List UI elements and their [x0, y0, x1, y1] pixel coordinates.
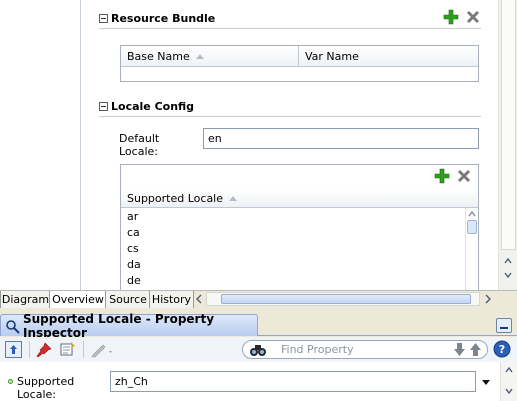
scroll-up-icon[interactable] — [504, 365, 514, 375]
supported-locale-label: Supported Locale: — [17, 375, 75, 401]
list-item[interactable]: ca — [127, 225, 457, 241]
locale-list: ar ca cs da de — [127, 209, 457, 289]
supported-locale-field[interactable]: zh_Ch — [110, 371, 476, 392]
toolbar-separator — [83, 341, 84, 358]
locale-config-header[interactable]: Locale Config — [99, 99, 399, 113]
scroll-thumb[interactable] — [221, 294, 471, 304]
list-item[interactable]: cs — [127, 241, 457, 257]
toolbar-separator — [29, 341, 30, 358]
list-item[interactable]: ar — [127, 209, 457, 225]
inspector-vertical-scrollbar[interactable] — [500, 362, 517, 401]
tab-label: Source — [109, 293, 147, 306]
tab-overview[interactable]: Overview — [49, 291, 107, 309]
add-icon[interactable] — [443, 9, 459, 25]
add-icon[interactable] — [434, 168, 450, 184]
supported-locale-table[interactable]: Supported Locale ar ca cs da de — [120, 164, 479, 291]
scroll-down-icon[interactable] — [503, 270, 513, 280]
nav-up-icon[interactable] — [5, 341, 22, 358]
tab-diagram[interactable]: Diagram — [0, 291, 51, 309]
column-header-var-name[interactable]: Var Name — [299, 46, 478, 66]
property-inspector-title: Supported Locale - Property Inspector — [23, 311, 215, 340]
editor-tab-bar: Diagram Overview Source History — [0, 290, 517, 309]
delete-icon[interactable] — [456, 168, 472, 184]
tab-source[interactable]: Source — [105, 291, 151, 309]
pin-icon[interactable] — [36, 342, 52, 358]
freeze-icon[interactable] — [59, 341, 76, 358]
property-inspector-tab[interactable]: Supported Locale - Property Inspector — [0, 312, 258, 340]
required-indicator-icon — [8, 379, 13, 384]
default-locale-label: Default Locale: — [119, 132, 160, 158]
locale-config-title: Locale Config — [111, 99, 195, 113]
supported-locale-value: zh_Ch — [115, 375, 148, 388]
resource-bundle-header[interactable]: Resource Bundle — [99, 11, 399, 25]
left-margin-strip — [0, 0, 81, 290]
binoculars-icon — [249, 343, 267, 357]
scroll-thumb[interactable] — [467, 220, 477, 234]
sort-ascending-icon — [195, 53, 204, 59]
table-header-row: Base Name Var Name — [121, 46, 478, 67]
collapse-icon[interactable] — [99, 101, 108, 111]
section-divider — [99, 28, 481, 29]
help-icon[interactable]: ? — [493, 340, 511, 358]
column-header-supported-locale[interactable]: Supported Locale — [121, 189, 478, 208]
tab-history[interactable]: History — [149, 291, 194, 309]
default-locale-value: en — [208, 132, 222, 145]
property-inspector-body: Supported Locale: zh_Ch — [0, 362, 517, 401]
list-item[interactable]: da — [127, 257, 457, 273]
table-toolbar — [121, 165, 478, 190]
editor-vertical-scrollbar[interactable] — [498, 0, 517, 290]
find-property-placeholder: Find Property — [281, 343, 354, 356]
scroll-right-icon[interactable] — [483, 292, 493, 306]
tab-label: Diagram — [1, 293, 50, 306]
dropdown-arrow-icon[interactable] — [480, 376, 492, 388]
minimize-icon[interactable] — [496, 318, 512, 333]
horizontal-scrollbar-track[interactable] — [206, 292, 480, 306]
scroll-left-icon[interactable] — [194, 292, 204, 306]
column-header-base-name[interactable]: Base Name — [121, 46, 299, 66]
list-item[interactable]: de — [127, 273, 457, 289]
collapse-icon[interactable] — [99, 13, 108, 23]
scroll-up-icon[interactable] — [467, 209, 477, 219]
column-label: Var Name — [305, 49, 359, 63]
delete-icon[interactable] — [465, 9, 481, 25]
default-locale-input[interactable]: en — [203, 128, 479, 149]
table-vertical-scrollbar[interactable] — [465, 208, 478, 291]
resource-bundle-table[interactable]: Base Name Var Name — [120, 45, 479, 82]
header-underline — [258, 335, 517, 336]
scroll-up-icon[interactable] — [503, 256, 513, 266]
svg-text:?: ? — [499, 343, 505, 356]
scroll-thumb[interactable] — [501, 0, 516, 250]
resource-bundle-title: Resource Bundle — [111, 11, 216, 25]
column-label: Supported Locale — [127, 191, 224, 205]
column-label: Base Name — [127, 49, 190, 63]
tab-label: History — [151, 293, 192, 306]
arrow-up-icon[interactable] — [468, 342, 483, 357]
edit-pencil-icon[interactable] — [90, 342, 116, 358]
binoculars-icon — [5, 318, 21, 334]
arrow-down-icon[interactable] — [452, 342, 467, 357]
scroll-down-icon[interactable] — [504, 386, 514, 396]
tab-label: Overview — [52, 293, 104, 306]
editor-content: Resource Bundle Base Name Var Name Local… — [82, 0, 498, 291]
section-divider — [99, 116, 481, 117]
sort-ascending-icon — [229, 195, 238, 201]
